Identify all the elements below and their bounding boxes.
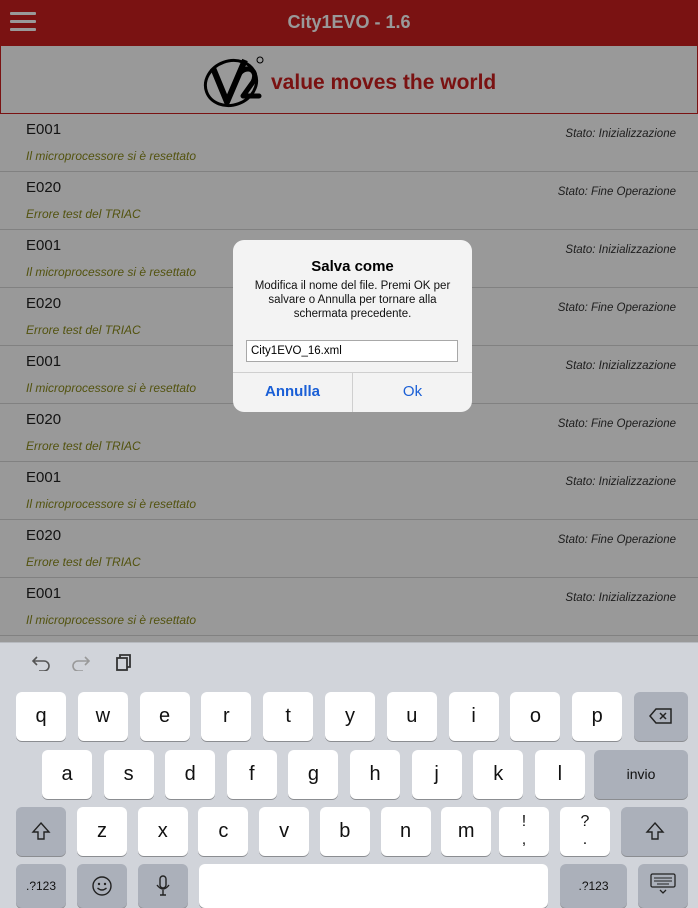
shift-icon [644,821,665,840]
emoji-icon [92,876,112,896]
undo-icon[interactable] [26,652,56,680]
key-w[interactable]: w [77,692,128,741]
key-i[interactable]: i [448,692,499,741]
key-e[interactable]: e [139,692,190,741]
key-b[interactable]: b [319,807,370,856]
return-key[interactable]: invio [594,750,688,799]
key-a[interactable]: a [42,750,92,799]
key-z[interactable]: z [77,807,127,856]
key-h[interactable]: h [350,750,400,799]
key-o[interactable]: o [510,692,561,741]
numbers-key-left[interactable]: .?123 [16,864,66,908]
save-as-dialog: Salva come Modifica il nome del file. Pr… [233,240,472,412]
cancel-button[interactable]: Annulla [233,372,352,412]
dictation-key[interactable] [138,864,188,908]
key-q[interactable]: q [16,692,66,741]
redo-icon[interactable] [66,652,96,680]
key-p[interactable]: p [572,692,623,741]
key-x[interactable]: x [137,807,188,856]
onscreen-keyboard: qwertyuiop asdfghjkl invio zxcvbnm ! , ?… [0,642,698,908]
shift-right-key[interactable] [621,807,688,856]
dialog-message: Modifica il nome del file. Premi OK per … [254,280,451,320]
ok-button[interactable]: Ok [353,372,472,412]
exclamation-comma-key[interactable]: ! , [499,807,549,856]
keyboard-dismiss-icon [650,873,676,894]
key-g[interactable]: g [288,750,339,799]
backspace-key[interactable] [634,692,688,741]
key-j[interactable]: j [411,750,462,799]
key-v[interactable]: v [259,807,310,856]
numbers-key-right[interactable]: .?123 [560,864,627,908]
key-s[interactable]: s [103,750,154,799]
backspace-icon [649,708,672,724]
key-u[interactable]: u [386,692,437,741]
key-t[interactable]: t [263,692,314,741]
key-r[interactable]: r [201,692,252,741]
key-y[interactable]: y [325,692,375,741]
key-l[interactable]: l [534,750,585,799]
microphone-icon [156,875,170,896]
keyboard-dismiss-key[interactable] [638,864,688,908]
emoji-key[interactable] [77,864,127,908]
key-f[interactable]: f [226,750,277,799]
question-period-key[interactable]: ? . [560,807,610,856]
shift-left-key[interactable] [16,807,66,856]
filename-input[interactable] [246,340,458,362]
paste-icon[interactable] [108,652,138,680]
space-key[interactable] [199,864,548,908]
shift-icon [31,821,51,840]
key-c[interactable]: c [198,807,249,856]
key-n[interactable]: n [380,807,431,856]
key-m[interactable]: m [441,807,492,856]
key-k[interactable]: k [473,750,524,799]
key-d[interactable]: d [165,750,216,799]
dialog-title: Salva come [311,258,394,275]
